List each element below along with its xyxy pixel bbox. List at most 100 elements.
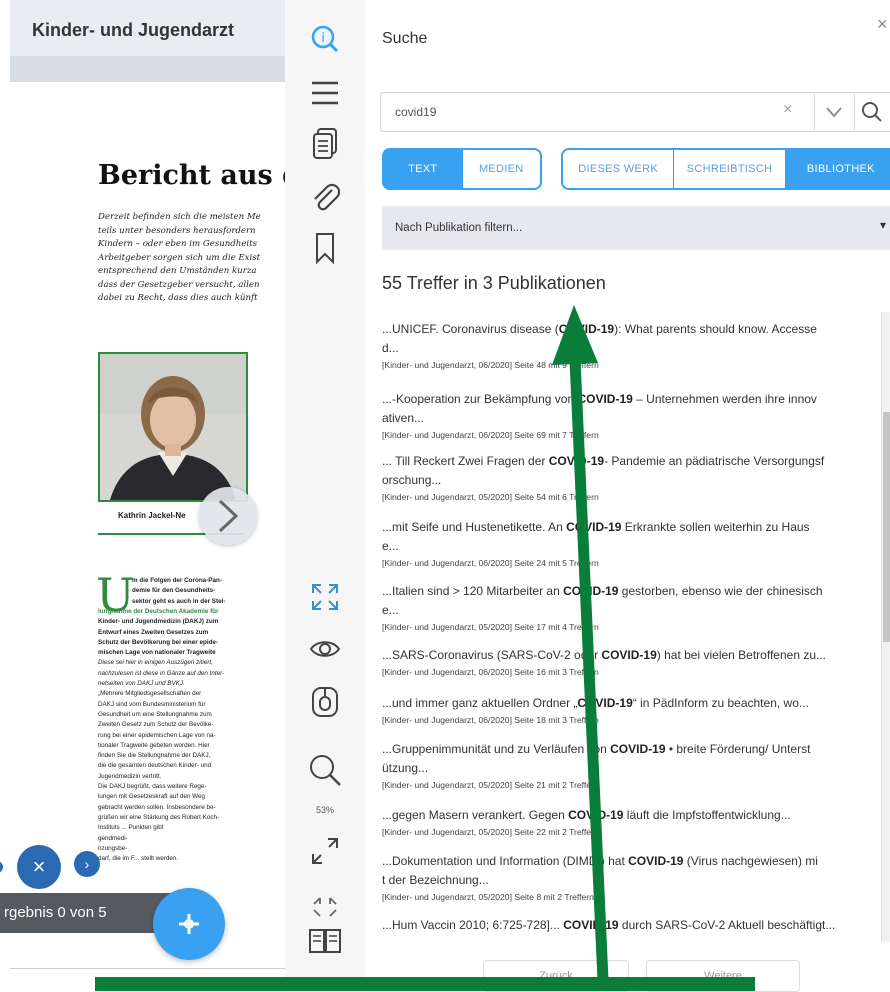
search-input[interactable]: covid19 [395,105,436,119]
tab-desk[interactable]: SCHREIBTISCH [674,150,786,188]
next-page-button[interactable] [199,487,257,545]
eye-icon [309,641,341,657]
result-item[interactable]: ...Hum Vaccin 2010; 6:725-728]... COVID-… [382,916,882,935]
result-snippet: ...Hum Vaccin 2010; 6:725-728]... COVID-… [382,916,882,935]
snippet-text: ): What parents should know. Accesse [614,322,817,336]
clear-search-button[interactable]: × [783,101,792,119]
divider [854,93,855,131]
document-bottom-rule [10,968,285,969]
snippet-highlight: COVID-19 [577,392,633,406]
collapse-button[interactable] [285,892,365,922]
tab-text[interactable]: TEXT [384,150,463,188]
body-text-line: sektor geht es auch in der Stel- [132,597,226,605]
attachments-button[interactable] [285,180,365,214]
panel-title: Suche [382,30,428,47]
results-list[interactable]: ...UNICEF. Coronavirus disease (COVID-19… [382,320,882,970]
result-meta: [Kinder- und Jugendarzt, 05/2020] Seite … [382,780,599,790]
body-text-line: die die gesamten deutschen Kinder- und [98,762,212,770]
intro-line: entsprechend den Umständen kurza [98,266,257,276]
result-item[interactable]: ... Till Reckert Zwei Fragen der COVID-1… [382,452,882,502]
result-snippet: ...Dokumentation und Information (DIMDI)… [382,852,882,890]
pointer-mode-button[interactable] [285,684,365,720]
menu-icon [312,81,338,105]
body-text-line: nzungsbe- [98,844,128,852]
search-submit-button[interactable] [859,99,885,130]
document-viewer[interactable]: Kinder- und Jugendarzt Bericht aus d Der… [0,0,285,986]
result-snippet: ... Till Reckert Zwei Fragen der COVID-1… [382,452,882,490]
snippet-text: ützung... [382,761,429,775]
body-text-line: demie für den Gesundheits- [132,587,216,595]
snippet-text: t der Bezeichnung... [382,873,489,887]
article-heading: Bericht aus d [98,160,285,191]
view-mode-button[interactable] [285,636,365,662]
snippet-text: ...Gruppenimmunität und zu Verläufen von [382,742,611,756]
result-snippet: ...Italien sind > 120 Mitarbeiter an COV… [382,582,882,620]
divider [814,93,815,131]
snippet-text: ...und immer ganz aktuellen Ordner „ [382,696,578,710]
next-result-button[interactable]: › [74,851,100,877]
panel-close-button[interactable]: × [877,14,888,35]
double-page-button[interactable] [285,926,365,956]
intro-line: Kindern – oder eben im Gesundheits [98,239,258,249]
body-text-line: Die DAKJ begrüßt, dass weitere Rege- [98,783,207,790]
bookmarks-button[interactable] [285,230,365,266]
publication-filter-select[interactable]: Nach Publikation filtern... ▾ [382,206,890,250]
expand-icon [312,838,338,864]
result-item[interactable]: ...Italien sind > 120 Mitarbeiter an COV… [382,582,882,632]
body-text-line: nachzulesen ist diese in Gänze auf den I… [98,669,225,677]
result-item[interactable]: ...Gruppenimmunität und zu Verläufen von… [382,740,882,790]
body-text-line: mischen Lage von nationaler Tragweite [98,649,216,657]
result-item[interactable]: ...und immer ganz aktuellen Ordner „COVI… [382,694,882,725]
expand-button[interactable] [285,834,365,868]
search-options-button[interactable] [818,98,850,126]
snippet-highlight: COVID-19 [577,696,633,710]
snippet-highlight: COVID-19 [563,918,619,932]
result-item[interactable]: ...UNICEF. Coronavirus disease (COVID-19… [382,320,882,370]
body-text-line: m die Folgen der Corona-Pan- [132,577,222,584]
tab-this-work[interactable]: DIESES WERK [563,150,675,188]
results-scrollbar[interactable] [881,312,890,942]
intro-line: Arbeitgeber sorgen sich um die Exist [98,252,261,263]
result-item[interactable]: ...-Kooperation zur Bekämpfung von COVID… [382,390,882,440]
body-text-line: Instituts ... Punkten gibt [98,824,164,832]
scope-tabs: DIESES WERK SCHREIBTISCH BIBLIOTHEK [561,148,890,190]
snippet-text: e... [382,539,399,553]
close-search-results-button[interactable]: × [0,845,61,889]
body-text-line: gebracht werden sollen. Insbesondere be- [98,803,216,811]
zoom-button[interactable] [285,752,365,788]
result-meta: [Kinder- und Jugendarzt, 06/2020] Seite … [382,430,599,440]
search-panel: Suche × covid19 × TEXT MEDIEN DIESES WER… [365,0,890,992]
paperclip-icon [314,183,340,211]
body-text-line: darf, die im F... stellt werden. [98,855,179,863]
body-text-line: grüßen wir eine Stärkung des Robert Koch… [98,813,220,821]
search-box[interactable]: covid19 × [380,92,890,132]
result-item[interactable]: ...SARS-Coronavirus (SARS-CoV-2 oder COV… [382,646,882,677]
scrollbar-thumb[interactable] [883,412,890,642]
tab-library[interactable]: BIBLIOTHEK [785,150,890,188]
snippet-text: ) hat bei vielen Betroffenen zu... [656,648,826,662]
tab-media[interactable]: MEDIEN [463,150,541,188]
snippet-text: Erkrankte sollen weiterhin zu Haus [621,520,810,534]
search-info-button[interactable]: i [285,22,365,56]
body-text-line: tionaler Tragweite gebeten worden. Hier [98,741,210,749]
result-item[interactable]: ...mit Seife und Hustenetikette. An COVI… [382,518,882,568]
intro-line: dass der Gesetzgeber versucht, allen [98,279,260,290]
result-item[interactable]: ...Dokumentation und Information (DIMDI)… [382,852,882,902]
snippet-highlight: COVID-19 [563,584,619,598]
floating-action-button[interactable] [153,888,225,960]
fullscreen-button[interactable] [285,580,365,614]
search-icon [862,102,882,122]
menu-button[interactable] [285,76,365,110]
result-meta: [Kinder- und Jugendarzt, 06/2020] Seite … [382,360,599,370]
body-text-line: lungen mit Gesetzeskraft auf den Weg [98,793,205,801]
result-snippet: ...UNICEF. Coronavirus disease (COVID-19… [382,320,882,358]
result-snippet: ...gegen Masern verankert. Gegen COVID-1… [382,806,882,825]
snippet-highlight: COVID-19 [628,854,684,868]
body-text-line: „Mehrere Mitgliedsgesellschaften der [98,690,202,698]
search-info-icon: i [311,25,339,53]
snippet-text: – Unternehmen werden ihre innov [632,392,817,406]
svg-text:i: i [321,31,325,46]
documents-button[interactable] [285,126,365,162]
snippet-text: • breite Förderung/ Unterst [665,742,811,756]
result-item[interactable]: ...gegen Masern verankert. Gegen COVID-1… [382,806,882,837]
